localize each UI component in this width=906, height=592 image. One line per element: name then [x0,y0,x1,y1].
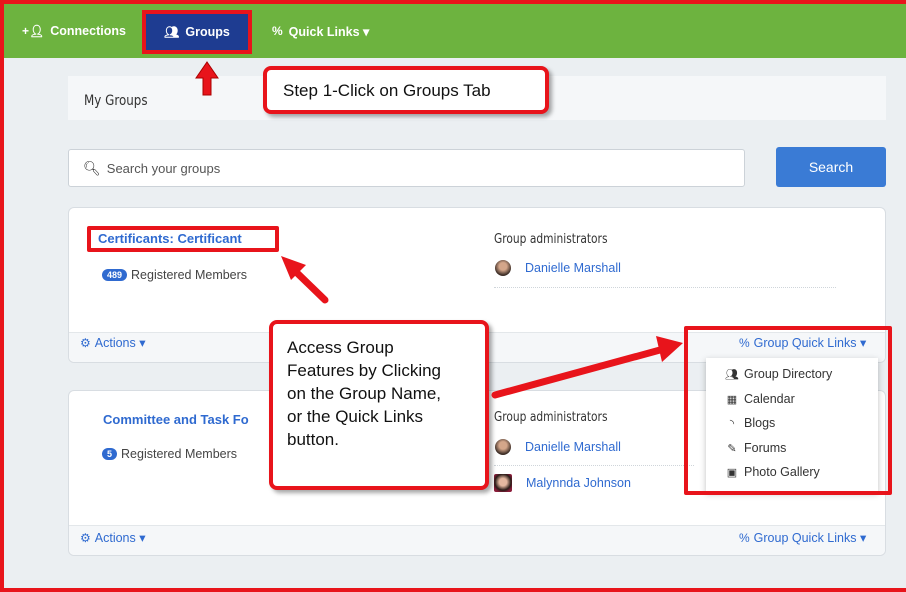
screenshot-border-bottom [0,588,906,592]
admin-row[interactable]: Danielle Marshall [495,260,621,276]
nav-connections-label: Connections [50,24,126,38]
gear-icon: ⚙ [80,530,91,545]
search-icon: 🔍︎ [83,159,101,176]
actions-dropdown[interactable]: ⚙ Actions ▾ [80,335,146,351]
members-label: Registered Members [131,268,248,282]
avatar [494,474,512,492]
admin-row[interactable]: Danielle Marshall [495,439,621,455]
avatar [495,439,511,455]
divider [494,287,836,288]
admin-name: Danielle Marshall [525,261,621,275]
group-name-highlight [87,226,279,252]
gear-icon: ⚙ [80,335,91,350]
nav-quick-links[interactable]: % Quick Links ▾ [272,4,369,58]
callout-line: Features by Clicking [287,361,442,380]
group-administrators-title: Group administrators [494,232,608,247]
page-title: My Groups [84,93,148,109]
people-icon: 👥︎ [164,25,180,39]
member-count-badge: 5 [102,448,118,460]
step1-callout: Step 1-Click on Groups Tab [263,66,549,114]
admin-row[interactable]: Malynnda Johnson [494,474,631,492]
registered-members: 5 Registered Members [102,447,237,461]
search-placeholder: Search your groups [106,160,221,176]
group-quick-links-button[interactable]: % Group Quick Links ▾ [739,530,867,546]
member-count-badge: 489 [102,269,128,281]
access-features-callout: Access Group Features by Clicking on the… [269,320,489,490]
top-navigation: +👤︎ Connections % Quick Links ▾ [4,4,906,58]
group-name-link[interactable]: Committee and Task Fo [103,412,249,427]
avatar [495,260,511,276]
actions-label: Actions ▾ [94,336,146,350]
divider [494,465,694,466]
callout-line: button. [287,430,339,449]
callout-line: Access Group [287,338,394,357]
callout-line: or the Quick Links [287,407,424,426]
add-user-icon: +👤︎ [22,24,45,38]
search-button[interactable]: Search [776,147,886,187]
link-icon: % [272,24,283,38]
group-quick-links-label: Group Quick Links ▾ [753,531,867,545]
callout-line: on the Group Name, [287,384,442,403]
actions-dropdown[interactable]: ⚙ Actions ▾ [80,530,146,546]
search-input[interactable]: 🔍︎ Search your groups [68,149,745,187]
nav-groups-label: Groups [185,25,230,39]
nav-groups-tab[interactable]: 👥︎ Groups [142,10,252,54]
admin-name: Malynnda Johnson [526,476,631,490]
link-icon: % [739,530,750,545]
quick-links-highlight [684,326,892,495]
admin-name: Danielle Marshall [525,440,621,454]
registered-members: 489 Registered Members [102,268,247,282]
nav-connections[interactable]: +👤︎ Connections [22,4,126,58]
actions-label: Actions ▾ [94,531,146,545]
nav-quick-links-label: Quick Links ▾ [288,24,370,39]
group-administrators-title: Group administrators [494,410,608,425]
members-label: Registered Members [121,447,238,461]
